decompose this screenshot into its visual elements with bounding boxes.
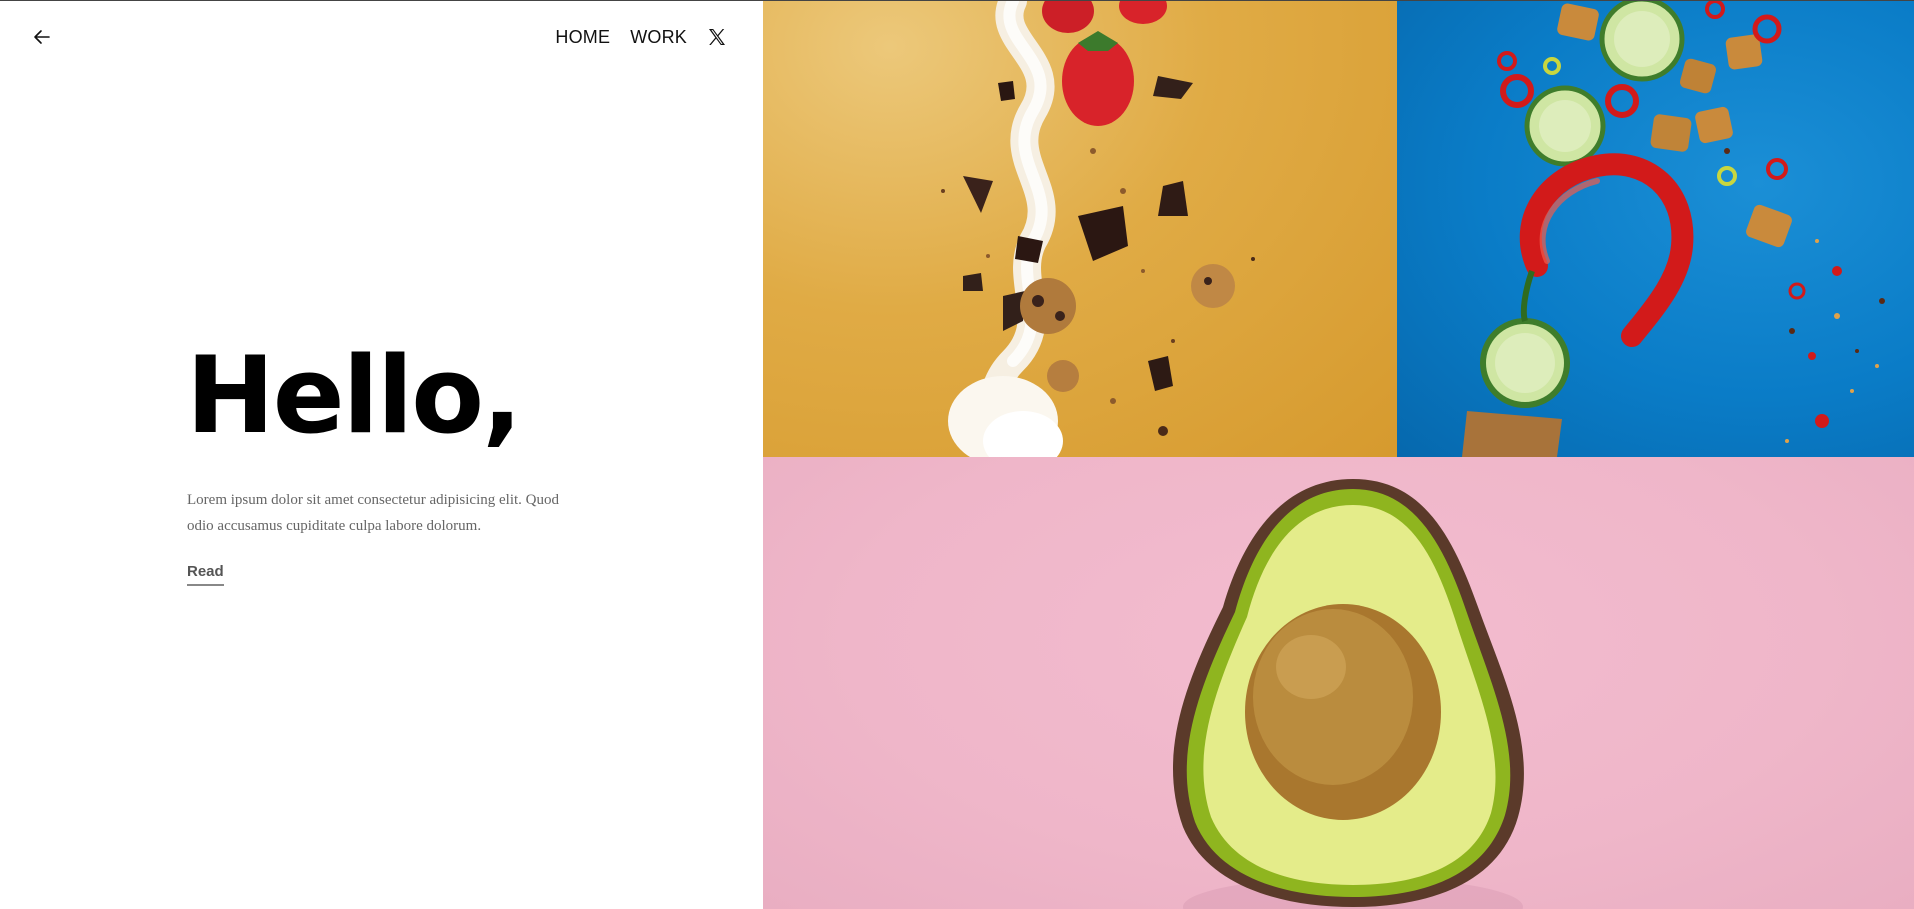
read-link[interactable]: Read xyxy=(187,563,224,586)
hero-title: Hello, xyxy=(186,334,522,457)
intro-panel: HOME WORK Hello, Lorem ipsum dolor sit a… xyxy=(0,1,763,909)
back-button[interactable] xyxy=(30,25,54,49)
nav-home-link[interactable]: HOME xyxy=(555,25,610,49)
nav-work-link[interactable]: WORK xyxy=(630,25,687,49)
dessert-image xyxy=(941,1,1255,457)
x-twitter-icon[interactable] xyxy=(707,27,727,47)
snack-image xyxy=(1462,1,1885,457)
gallery-tile-snack[interactable] xyxy=(1397,1,1914,457)
gallery-tile-dessert[interactable] xyxy=(763,1,1397,457)
hero-description: Lorem ipsum dolor sit amet consectetur a… xyxy=(187,492,560,534)
arrow-left-icon xyxy=(34,30,50,44)
top-nav: HOME WORK xyxy=(555,25,727,49)
page: HOME WORK Hello, Lorem ipsum dolor sit a… xyxy=(0,0,1914,909)
avocado-image xyxy=(1172,479,1524,909)
gallery-tile-avocado[interactable] xyxy=(763,457,1914,909)
